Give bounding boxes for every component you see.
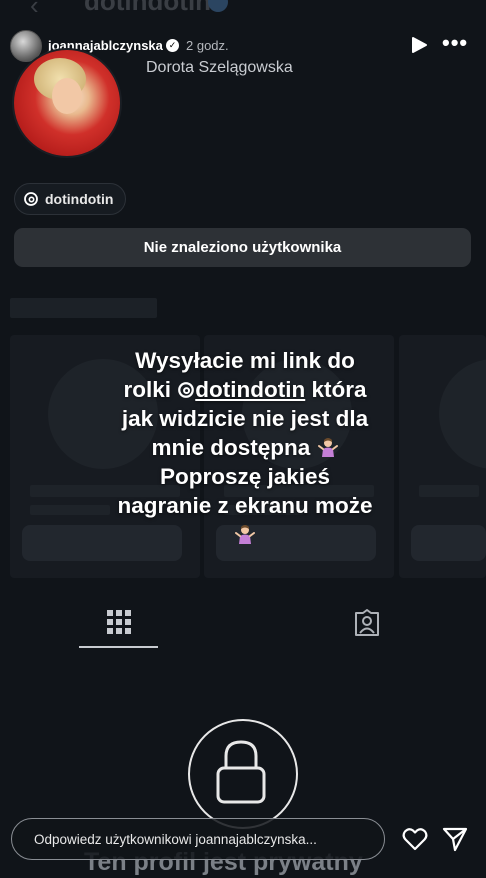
story-line: jak widzicie nie jest dla: [121, 406, 369, 431]
story-line: nagranie z ekranu może: [117, 493, 373, 518]
profile-username-header: dotindotin: [84, 0, 212, 16]
tagged-person-icon[interactable]: [352, 608, 382, 638]
skeleton-placeholder: [10, 298, 157, 318]
profile-display-name: Dorota Szelągowska: [146, 59, 293, 76]
threads-icon: [24, 192, 38, 206]
story-timestamp: 2 godz.: [186, 38, 229, 53]
person-shrugging-emoji: [317, 438, 338, 457]
more-options-icon[interactable]: •••: [442, 32, 468, 54]
active-tab-indicator: [79, 646, 158, 648]
threads-link-chip[interactable]: dotindotin: [14, 183, 127, 215]
story-caption: Wysyłacie mi link do rolki dotindotin kt…: [50, 346, 440, 549]
story-line: Poproszę jakieś: [159, 464, 331, 489]
story-reply-field[interactable]: [11, 818, 385, 860]
story-author-avatar[interactable]: [10, 30, 42, 62]
user-not-found-button[interactable]: Nie znaleziono użytkownika: [14, 228, 471, 267]
send-icon[interactable]: [442, 826, 468, 852]
reply-input[interactable]: [32, 830, 366, 848]
threads-handle: dotindotin: [45, 191, 114, 207]
story-line: Wysyłacie mi link do: [135, 348, 355, 373]
more-options-icon[interactable]: •••: [432, 0, 463, 10]
story-line: rolki: [123, 377, 178, 402]
play-icon[interactable]: [408, 36, 430, 54]
story-line: mnie dostępna: [151, 435, 317, 460]
posts-grid-icon[interactable]: [106, 609, 132, 635]
back-arrow-icon[interactable]: ‹: [30, 0, 39, 21]
threads-icon: [178, 382, 195, 398]
story-line: która: [305, 377, 367, 402]
profile-avatar: [14, 50, 120, 156]
story-mention-link[interactable]: dotindotin: [177, 377, 305, 402]
lock-icon: [216, 740, 266, 804]
verified-badge-icon: ✓: [166, 39, 179, 52]
person-shrugging-emoji: [235, 525, 255, 544]
heart-icon[interactable]: [402, 826, 428, 852]
